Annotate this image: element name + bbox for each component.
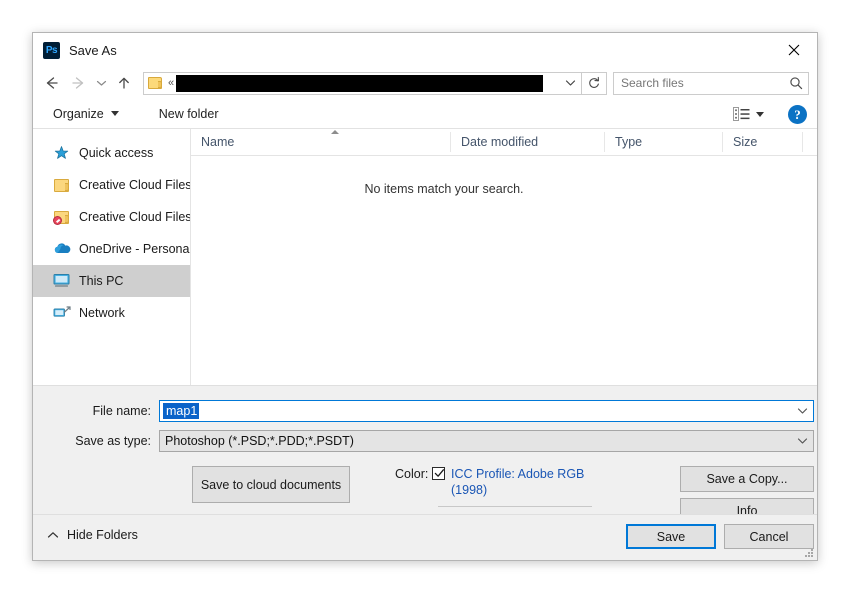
search-icon [790,77,803,90]
dialog-footer: Hide Folders Save Cancel [33,514,817,560]
back-arrow-icon [46,77,58,89]
onedrive-cloud-icon [53,241,71,257]
help-button[interactable]: ? [788,104,807,124]
this-pc-monitor-icon [53,273,71,289]
file-name-label: File name: [92,404,151,418]
sidebar-item-label: Quick access [79,146,154,160]
save-options-panel: File name: map1 Save as type: Photoshop … [33,385,817,560]
navigation-sidebar: Quick access Creative Cloud Files Creati… [33,129,191,385]
options-divider [438,506,592,507]
save-as-dialog: Ps Save As « Search files Organize New f… [32,32,818,561]
organize-label: Organize [53,106,104,121]
sidebar-item-this-pc[interactable]: This PC [33,265,190,297]
folder-icon [53,177,71,193]
icc-profile-label[interactable]: ICC Profile: Adobe RGB (1998) [451,466,595,498]
command-bar: Organize New folder ? [33,99,817,129]
icc-profile-checkbox[interactable] [432,467,445,480]
chevron-down-icon [797,408,807,414]
file-name-dropdown-button[interactable] [791,401,813,421]
save-as-type-combo[interactable]: Photoshop (*.PSD;*.PDD;*.PSDT) [159,430,814,452]
refresh-icon [589,76,600,88]
forward-arrow-icon [72,77,84,89]
cancel-button[interactable]: Cancel [724,524,814,549]
close-button[interactable] [771,33,817,67]
sidebar-item-label: Creative Cloud Files [79,178,190,192]
checkmark-icon [434,469,445,477]
chevron-down-icon [565,80,575,86]
network-icon [53,305,71,321]
navigation-bar: « Search files [33,67,817,99]
file-name-row: File name: map1 [33,400,817,422]
save-a-copy-button[interactable]: Save a Copy... [680,466,814,492]
save-to-cloud-documents-button[interactable]: Save to cloud documents [192,466,350,503]
recent-locations-chevron-icon [96,80,106,86]
save-as-type-dropdown-button[interactable] [791,431,813,451]
sidebar-item-quick-access[interactable]: Quick access [33,137,190,169]
file-list-pane: Name Date modified Type Size No items ma… [191,129,817,385]
change-view-button[interactable] [729,104,768,125]
photoshop-app-icon: Ps [43,41,60,59]
forward-button[interactable] [65,70,91,96]
address-path-redacted [176,74,544,92]
address-overflow-chevrons[interactable]: « [168,77,174,89]
dialog-title: Save As [69,42,117,58]
resize-grip[interactable] [805,549,814,558]
search-input[interactable]: Search files [614,76,784,90]
chevron-down-icon [110,111,119,116]
search-box[interactable]: Search files [613,71,809,95]
sidebar-item-label: Network [79,306,125,320]
color-label: Color: [395,467,429,481]
screenshot-root: Ps Save As « Search files Organize New f… [0,0,850,595]
folder-warning-icon [53,209,71,225]
save-button[interactable]: Save [626,524,716,549]
up-button[interactable] [111,70,137,96]
dialog-titlebar: Ps Save As [33,33,817,67]
address-bar[interactable]: « [143,71,582,95]
sidebar-item-label: Creative Cloud Files P [79,210,190,224]
up-arrow-icon [119,77,129,89]
color-options-group: Color: ICC Profile: Adobe RGB (1998) Oth… [395,466,595,529]
organize-menu-button[interactable]: Organize [47,104,125,124]
sidebar-item-creative-cloud-files-p[interactable]: Creative Cloud Files P [33,201,190,233]
back-button[interactable] [39,70,65,96]
new-folder-label: New folder [158,106,219,121]
column-headers: Name Date modified Type Size [191,129,817,156]
command-bar-right-group: ? [729,99,807,129]
refresh-button[interactable] [582,71,607,95]
sidebar-item-label: This PC [79,274,124,288]
close-icon [788,44,800,56]
icc-profile-row: Color: ICC Profile: Adobe RGB (1998) [395,466,595,498]
empty-state-text: No items match your search. [364,182,524,196]
search-button[interactable] [784,73,808,94]
hide-folders-label: Hide Folders [67,528,138,542]
chevron-down-icon [797,438,807,444]
list-view-icon [733,106,750,121]
address-folder-icon [148,76,164,90]
file-name-combo[interactable]: map1 [159,400,814,422]
save-as-type-row: Save as type: Photoshop (*.PSD;*.PDD;*.P… [33,430,817,452]
dialog-body: Quick access Creative Cloud Files Creati… [33,129,817,385]
column-header-size[interactable]: Size [723,132,803,152]
sidebar-item-label: OneDrive - Personal [79,242,190,256]
column-header-date-modified[interactable]: Date modified [451,132,605,152]
sidebar-item-creative-cloud-files[interactable]: Creative Cloud Files [33,169,190,201]
chevron-up-icon [47,532,59,538]
recent-locations-button[interactable] [91,70,111,96]
sidebar-item-network[interactable]: Network [33,297,190,329]
pin-star-icon [53,145,71,161]
save-as-type-value: Photoshop (*.PSD;*.PDD;*.PSDT) [165,434,354,448]
sidebar-item-onedrive-personal[interactable]: OneDrive - Personal [33,233,190,265]
chevron-down-icon [756,111,764,117]
new-folder-button[interactable]: New folder [153,104,225,124]
column-header-type[interactable]: Type [605,132,723,152]
save-as-type-label: Save as type: [75,434,151,448]
empty-state-message: No items match your search. [191,156,817,385]
file-name-input[interactable]: map1 [163,403,200,419]
column-header-name[interactable]: Name [191,132,451,152]
address-dropdown-button[interactable] [559,73,581,94]
hide-folders-button[interactable]: Hide Folders [47,528,138,542]
sort-ascending-icon [331,130,339,134]
